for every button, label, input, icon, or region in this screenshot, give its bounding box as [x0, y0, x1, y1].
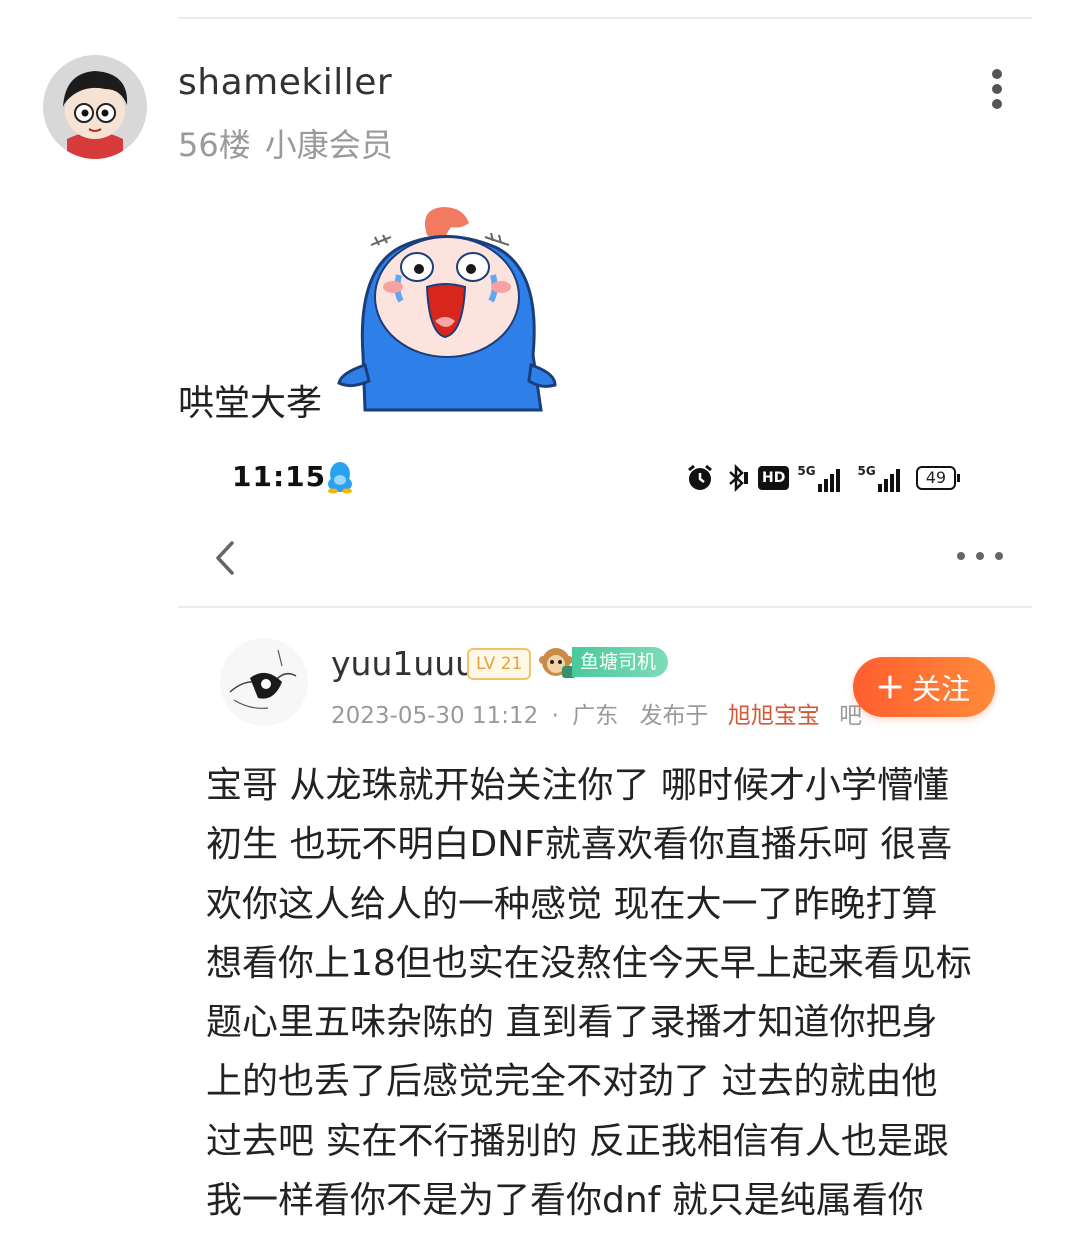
meta-separator: ·	[551, 703, 559, 729]
body-line: 题心里五味杂陈的 直到看了录播才知道你把身	[206, 1002, 938, 1044]
floor-number: 56楼	[178, 126, 251, 164]
alarm-icon	[688, 464, 712, 490]
avatar[interactable]	[220, 638, 308, 726]
bluetooth-icon	[729, 464, 748, 492]
comment-username[interactable]: yuu1uuu	[331, 644, 476, 683]
back-chevron-icon[interactable]	[210, 540, 240, 576]
comment-meta: 2023-05-30 11:12 · 广东 发布于 旭旭宝宝 吧	[331, 696, 862, 730]
more-horizontal-icon[interactable]	[955, 548, 1005, 564]
battery-level: 49	[915, 466, 957, 490]
signal-icon: 5G	[858, 464, 900, 492]
comment-location: 广东	[572, 703, 619, 729]
body-line: 过去吧 实在不行播别的 反正我相信有人也是跟	[206, 1120, 949, 1162]
fish-pond-badge[interactable]: 鱼塘司机	[538, 646, 669, 678]
bar-suffix: 吧	[839, 703, 863, 729]
signal-icon: 5G	[797, 464, 840, 492]
body-line: 上的也丢了后感觉完全不对劲了 过去的就由他	[206, 1061, 938, 1103]
comment-date: 2023-05-30 11:12	[331, 703, 539, 729]
sticker-image[interactable]	[335, 205, 560, 415]
avatar[interactable]	[43, 55, 147, 159]
comment-body: 宝哥 从龙珠就开始关注你了 哪时候才小学懵懂 初生 也玩不明白DNF就喜欢看你直…	[206, 756, 1016, 1230]
battery-icon: 49	[915, 466, 961, 490]
bar-link[interactable]: 旭旭宝宝	[728, 703, 820, 729]
hd-icon: HD	[758, 466, 790, 490]
more-vertical-icon[interactable]	[984, 68, 1010, 112]
body-line: 初生 也玩不明白DNF就喜欢看你直播乐呵 很喜	[206, 824, 953, 866]
body-line: 我一样看你不是为了看你dnf 就只是纯属看你	[206, 1180, 924, 1222]
top-divider	[178, 17, 1032, 19]
plus-icon	[878, 675, 902, 699]
level-badge: LV 21	[467, 648, 532, 680]
body-line: 欢你这人给人的一种感觉 现在大一了昨晚打算	[206, 883, 938, 925]
member-label: 小康会员	[264, 126, 393, 164]
body-line: 想看你上18但也实在没熬住今天早上起来看见标	[206, 942, 972, 984]
post-username[interactable]: shamekiller	[178, 62, 392, 103]
badge-label: 鱼塘司机	[572, 647, 669, 677]
posted-in-label: 发布于	[639, 703, 709, 729]
status-icons: HD 5G 5G 49	[686, 462, 961, 494]
nav-divider	[178, 606, 1032, 608]
follow-button[interactable]: 关注	[853, 657, 995, 717]
qq-penguin-icon	[326, 460, 354, 494]
post-text: 哄堂大孝	[178, 383, 323, 424]
post-meta: 56楼 小康会员	[178, 120, 407, 166]
signal-label: 5G	[857, 464, 876, 478]
signal-label: 5G	[797, 464, 816, 478]
status-time: 11:15	[232, 460, 327, 493]
body-line: 宝哥 从龙珠就开始关注你了 哪时候才小学懵懂	[206, 765, 949, 806]
follow-label: 关注	[911, 672, 970, 706]
